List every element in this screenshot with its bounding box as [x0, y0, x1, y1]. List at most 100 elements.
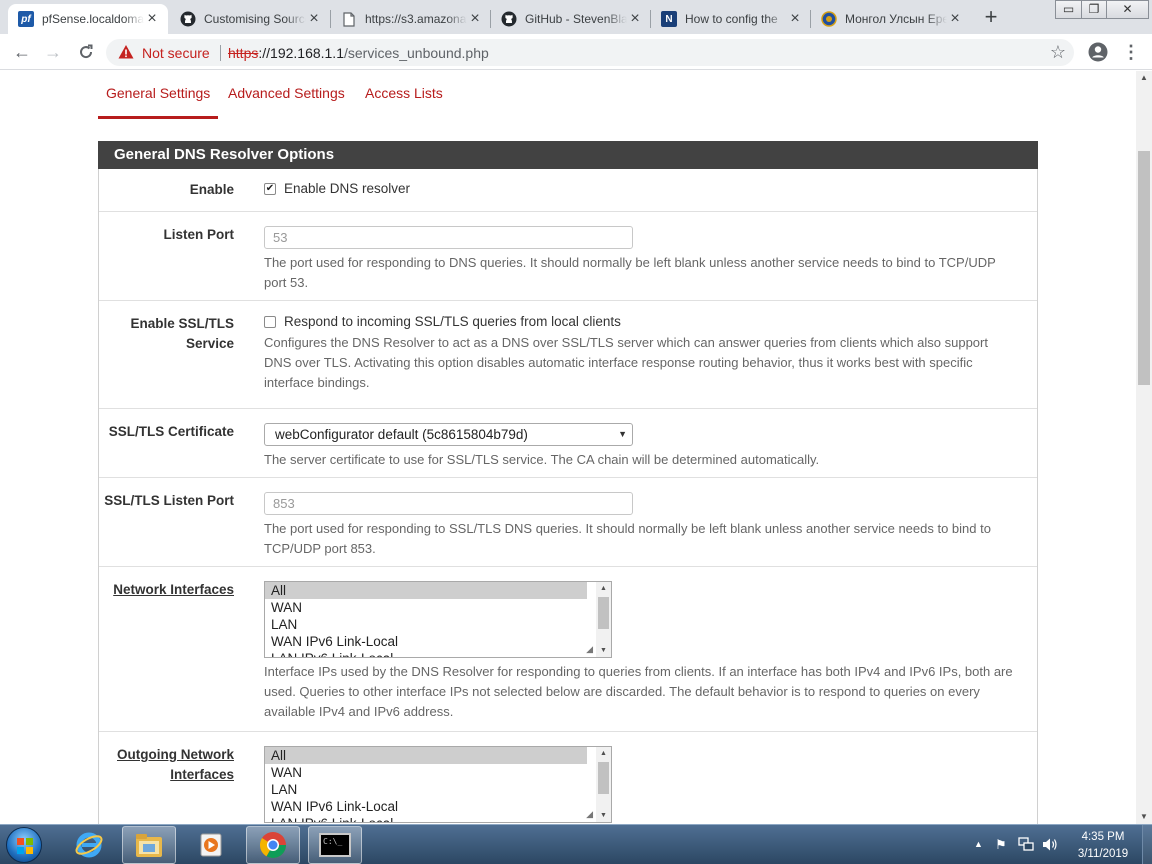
outgoing-interfaces-row: Outgoing Network Interfaces All WAN LAN … — [99, 732, 1037, 824]
listbox-option[interactable]: LAN IPv6 Link-Local — [265, 650, 587, 657]
chrome-icon[interactable] — [246, 826, 300, 864]
security-status[interactable]: Not secure — [142, 45, 210, 61]
ssl-listen-port-row: SSL/TLS Listen Port 853 The port used fo… — [99, 478, 1037, 567]
close-window-button[interactable]: ✕ — [1106, 0, 1149, 19]
internet-explorer-icon[interactable] — [62, 826, 116, 864]
dns-resolver-panel: General DNS Resolver Options Enable ✔ En… — [98, 141, 1038, 824]
listbox-option[interactable]: WAN IPv6 Link-Local — [265, 633, 587, 650]
enable-dns-resolver-checkbox[interactable]: ✔ Enable DNS resolver — [264, 181, 1034, 196]
address-bar[interactable]: Not secure https://192.168.1.1/services_… — [106, 39, 1074, 66]
url-host: ://192.168.1.1 — [258, 45, 344, 61]
enable-ssl-checkbox[interactable]: Respond to incoming SSL/TLS queries from… — [264, 314, 1034, 329]
scroll-down-icon[interactable]: ▼ — [596, 809, 611, 822]
scroll-down-icon[interactable]: ▼ — [596, 644, 611, 657]
warning-icon[interactable] — [118, 44, 134, 60]
tab-general-settings[interactable]: General Settings — [106, 85, 210, 101]
scroll-thumb[interactable] — [1138, 151, 1150, 385]
close-tab-icon[interactable]: × — [627, 10, 643, 28]
panel-title: General DNS Resolver Options — [98, 141, 1038, 169]
scroll-thumb[interactable] — [598, 597, 609, 629]
listbox-option[interactable]: WAN — [265, 599, 587, 616]
ssl-listen-port-input[interactable]: 853 — [264, 492, 633, 515]
system-clock[interactable]: 4:35 PM 3/11/2019 — [1068, 829, 1138, 863]
file-explorer-icon[interactable] — [122, 826, 176, 864]
dropdown-caret-icon: ▼ — [618, 429, 627, 439]
close-tab-icon[interactable]: × — [306, 10, 322, 28]
listen-port-row: Listen Port 53 The port used for respond… — [99, 212, 1037, 301]
enable-ssl-help: Configures the DNS Resolver to act as a … — [264, 335, 988, 390]
pfsense-icon: pf — [18, 11, 34, 27]
listbox-option[interactable]: All — [265, 582, 587, 599]
resize-grip-icon[interactable]: ◢ — [586, 644, 593, 655]
tab-mongol-president[interactable]: Монгол Улсын Ерөнхийлөгч × — [811, 4, 971, 34]
url-path: /services_unbound.php — [344, 45, 489, 61]
enable-ssl-label: Enable SSL/TLS Service — [130, 316, 234, 351]
label-text: Network Interfaces — [113, 582, 234, 597]
browser-menu-icon[interactable]: ⋮ — [1122, 40, 1140, 64]
resize-grip-icon[interactable]: ◢ — [586, 809, 593, 820]
close-tab-icon[interactable]: × — [947, 10, 963, 28]
forward-icon[interactable]: → — [41, 40, 65, 64]
emblem-icon — [821, 11, 837, 27]
url-text[interactable]: https://192.168.1.1/services_unbound.php — [228, 45, 489, 61]
media-player-icon[interactable] — [184, 826, 238, 864]
show-desktop-button[interactable] — [1142, 825, 1152, 864]
bookmark-star-icon[interactable]: ☆ — [1050, 42, 1066, 63]
tab-github-stevenblack[interactable]: GitHub - StevenBlack × — [491, 4, 651, 34]
tab-pfsense[interactable]: pf pfSense.localdomain × — [8, 4, 168, 34]
ssl-certificate-select[interactable]: webConfigurator default (5c8615804b79d) … — [264, 423, 633, 446]
start-button[interactable] — [6, 827, 42, 863]
tab-access-lists[interactable]: Access Lists — [365, 85, 443, 101]
tab-how-to-config[interactable]: N How to config the × — [651, 4, 811, 34]
clock-date: 3/11/2019 — [1077, 848, 1129, 860]
volume-icon[interactable] — [1042, 837, 1058, 855]
browser-toolbar: ← → Not secure https://192.168.1.1/servi… — [0, 34, 1152, 70]
checkbox-unchecked-icon[interactable] — [264, 315, 276, 328]
network-interfaces-listbox[interactable]: All WAN LAN WAN IPv6 Link-Local LAN IPv6… — [264, 581, 612, 658]
restore-button[interactable]: ❐ — [1081, 0, 1107, 19]
tab-title: GitHub - StevenBlack — [525, 12, 627, 26]
command-prompt-icon[interactable]: C:\_ — [308, 826, 362, 864]
ssl-certificate-help: The server certificate to use for SSL/TL… — [264, 452, 820, 467]
listbox-option[interactable]: WAN IPv6 Link-Local — [265, 798, 587, 815]
scroll-up-icon[interactable]: ▲ — [1136, 71, 1152, 85]
omnibox-divider — [220, 45, 221, 61]
checkbox-label: Respond to incoming SSL/TLS queries from… — [284, 314, 621, 329]
back-icon[interactable]: ← — [10, 40, 34, 64]
listbox-option[interactable]: All — [265, 747, 587, 764]
listbox-scrollbar[interactable]: ▲ ▼ — [596, 747, 611, 822]
github-icon — [180, 11, 196, 27]
close-tab-icon[interactable]: × — [787, 10, 803, 28]
network-icon[interactable] — [1018, 837, 1034, 855]
scroll-down-icon[interactable]: ▼ — [1136, 810, 1152, 824]
ssl-certificate-label: SSL/TLS Certificate — [108, 424, 234, 439]
tab-advanced-settings[interactable]: Advanced Settings — [228, 85, 345, 101]
scroll-up-icon[interactable]: ▲ — [596, 747, 611, 760]
tab-customising-source[interactable]: Customising Source × — [170, 4, 330, 34]
enable-label: Enable — [189, 182, 234, 197]
clock-time: 4:35 PM — [1081, 831, 1125, 843]
scroll-thumb[interactable] — [598, 762, 609, 794]
close-tab-icon[interactable]: × — [144, 10, 160, 28]
listbox-option[interactable]: LAN IPv6 Link-Local — [265, 815, 587, 822]
listbox-scrollbar[interactable]: ▲ ▼ — [596, 582, 611, 657]
listbox-option[interactable]: LAN — [265, 616, 587, 633]
outgoing-interfaces-listbox[interactable]: All WAN LAN WAN IPv6 Link-Local LAN IPv6… — [264, 746, 612, 823]
listbox-option[interactable]: WAN — [265, 764, 587, 781]
page-scrollbar[interactable]: ▲ ▼ — [1136, 71, 1152, 824]
action-center-flag-icon[interactable]: ⚑ — [995, 837, 1007, 853]
browser-tab-strip: pf pfSense.localdomain × Customising Sou… — [0, 0, 1152, 34]
checkbox-checked-icon[interactable]: ✔ — [264, 182, 276, 195]
close-tab-icon[interactable]: × — [467, 10, 483, 28]
windows-logo-icon — [17, 838, 33, 854]
new-tab-button[interactable]: + — [978, 6, 1004, 28]
listen-port-input[interactable]: 53 — [264, 226, 633, 249]
reload-icon[interactable] — [74, 40, 98, 64]
tab-s3-amazonaws[interactable]: https://s3.amazonaws × — [331, 4, 491, 34]
enable-row: Enable ✔ Enable DNS resolver — [99, 169, 1037, 212]
account-icon[interactable] — [1088, 42, 1108, 62]
listbox-option[interactable]: LAN — [265, 781, 587, 798]
minimize-button[interactable]: ▭ — [1055, 0, 1082, 19]
show-hidden-icons-icon[interactable]: ▲ — [974, 839, 983, 849]
scroll-up-icon[interactable]: ▲ — [596, 582, 611, 595]
